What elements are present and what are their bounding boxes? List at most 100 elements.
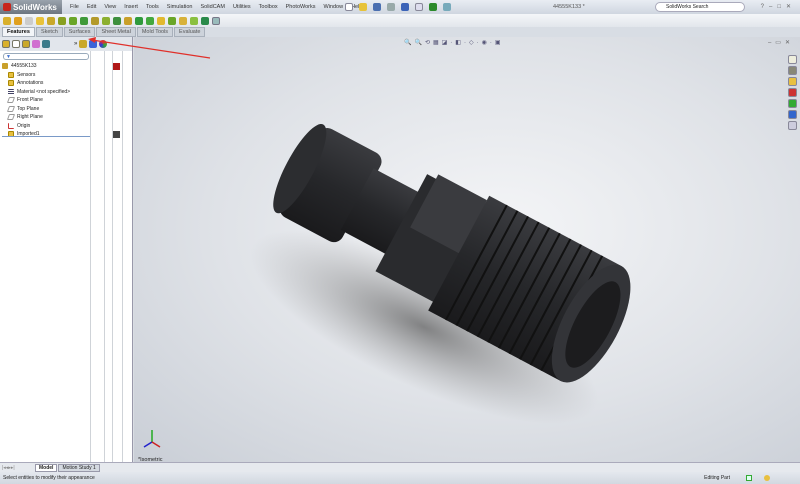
tab-model[interactable]: Model (35, 463, 58, 472)
tab-scroll-arrows[interactable]: |◂◂▸▸| (2, 465, 34, 471)
dimxpert-tab-icon[interactable] (32, 40, 40, 48)
tree-item-label: Sensors (17, 71, 36, 78)
tab-motion-study[interactable]: Motion Study 1 (58, 463, 100, 472)
revolve-icon[interactable] (14, 16, 22, 25)
rib-icon[interactable] (69, 16, 77, 25)
menu-tools[interactable]: Tools (142, 4, 163, 10)
menu-window[interactable]: Window (320, 4, 348, 10)
configuration-manager-tab-icon[interactable] (22, 40, 30, 48)
solidworks-logo[interactable]: SolidWorks (0, 0, 62, 14)
sweep-icon[interactable] (25, 16, 33, 25)
tab-surfaces[interactable]: Surfaces (63, 27, 96, 37)
appearance-swatch-dark[interactable] (113, 131, 120, 138)
color-icon[interactable] (99, 40, 108, 48)
appearance-icon[interactable] (79, 40, 88, 48)
undo-icon[interactable] (401, 3, 409, 11)
standard-toolbar (345, 3, 451, 11)
menu-photoworks[interactable]: PhotoWorks (282, 4, 320, 10)
window-controls[interactable]: ?–□✕ (761, 3, 796, 10)
annotations-icon (8, 80, 14, 87)
menu-toolbox[interactable]: Toolbox (255, 4, 282, 10)
status-mode: Editing Part (704, 475, 730, 481)
tree-item-label: Top Plane (17, 105, 40, 112)
feature-manager-panel: » ▼ 44555K133 Sensors Annotations Materi… (0, 37, 133, 462)
menu-simulation[interactable]: Simulation (163, 4, 197, 10)
dome-icon[interactable] (168, 16, 176, 25)
menu-view[interactable]: View (100, 4, 120, 10)
filter-icon: ▼ (6, 54, 11, 60)
tab-mold-tools[interactable]: Mold Tools (136, 27, 174, 37)
mirror-icon[interactable] (124, 16, 132, 25)
document-title: 44555K133 * (553, 4, 585, 10)
plane-icon (6, 105, 16, 112)
pattern-icon[interactable] (113, 16, 121, 25)
hole-icon[interactable] (102, 16, 110, 25)
status-bar: Select entities to modify their appearan… (0, 472, 800, 484)
menu-utilities[interactable]: Utilities (229, 4, 255, 10)
status-message: Select entities to modify their appearan… (3, 475, 95, 481)
draft-icon[interactable] (91, 16, 99, 25)
shell-icon[interactable] (80, 16, 88, 25)
plane-icon (6, 114, 16, 121)
tree-root-label: 44555K133 (11, 63, 37, 70)
column-divider (90, 51, 91, 462)
origin-icon (8, 122, 14, 129)
reference-geometry-icon[interactable] (135, 16, 143, 25)
part-icon (2, 63, 8, 70)
features-toolbar (0, 14, 800, 27)
tab-sketch[interactable]: Sketch (35, 27, 63, 37)
column-divider (122, 51, 123, 462)
menu-file[interactable]: File (66, 4, 83, 10)
material-icon (8, 88, 14, 95)
bottom-tabs: |◂◂▸▸| Model Motion Study 1 (0, 462, 800, 472)
options-icon[interactable] (443, 3, 451, 11)
print-icon[interactable] (387, 3, 395, 11)
measure-icon[interactable] (212, 16, 220, 25)
scene-icon[interactable] (89, 40, 98, 48)
title-bar: SolidWorks File Edit View Insert Tools S… (0, 0, 800, 14)
menu-insert[interactable]: Insert (120, 4, 142, 10)
tab-sheet-metal[interactable]: Sheet Metal (96, 27, 136, 37)
tree-item-label: Material <not specified> (17, 88, 71, 95)
tree-filter-input[interactable]: ▼ (3, 53, 89, 60)
wrap-icon[interactable] (179, 16, 187, 25)
search-input[interactable]: SolidWorks Search (655, 2, 745, 12)
menu-solidcam[interactable]: SolidCAM (196, 4, 228, 10)
rollback-bar[interactable] (2, 136, 90, 137)
panel-tabs: » (0, 37, 132, 51)
open-icon[interactable] (359, 3, 367, 11)
flex-icon[interactable] (190, 16, 198, 25)
column-divider (112, 51, 113, 462)
instant3d-icon[interactable] (157, 16, 165, 25)
display-manager-tab-icon[interactable] (42, 40, 50, 48)
app-name: SolidWorks (13, 2, 57, 12)
curves-icon[interactable] (146, 16, 154, 25)
select-icon[interactable] (415, 3, 423, 11)
help-icon[interactable] (746, 475, 752, 481)
plane-icon (6, 97, 16, 104)
chamfer-icon[interactable] (58, 16, 66, 25)
loft-icon[interactable] (36, 16, 44, 25)
model-view (143, 124, 631, 448)
feature-manager-tab-icon[interactable] (2, 40, 10, 48)
tree-item-label: Front Plane (17, 97, 43, 104)
column-divider (104, 51, 105, 462)
split-icon[interactable] (201, 16, 209, 25)
menu-bar: File Edit View Insert Tools Simulation S… (66, 4, 366, 10)
tree-item-label: Right Plane (17, 114, 43, 121)
save-icon[interactable] (373, 3, 381, 11)
extrude-icon[interactable] (3, 16, 11, 25)
triad-icon (143, 430, 161, 448)
graphics-area[interactable]: 🔍🔍⟲▦◪·◧·◇·◉·▣ –▭✕ *Isometric (134, 37, 800, 463)
menu-edit[interactable]: Edit (83, 4, 100, 10)
fillet-icon[interactable] (47, 16, 55, 25)
tab-evaluate[interactable]: Evaluate (174, 27, 206, 37)
new-icon[interactable] (345, 3, 353, 11)
tree-item-label: Origin (17, 122, 31, 129)
rebuild-status-icon[interactable] (764, 475, 770, 481)
rebuild-icon[interactable] (429, 3, 437, 11)
tab-features[interactable]: Features (2, 27, 35, 37)
appearance-swatch-red[interactable] (113, 63, 120, 70)
property-manager-tab-icon[interactable] (12, 40, 20, 48)
collapse-arrows-icon[interactable]: » (74, 41, 77, 47)
